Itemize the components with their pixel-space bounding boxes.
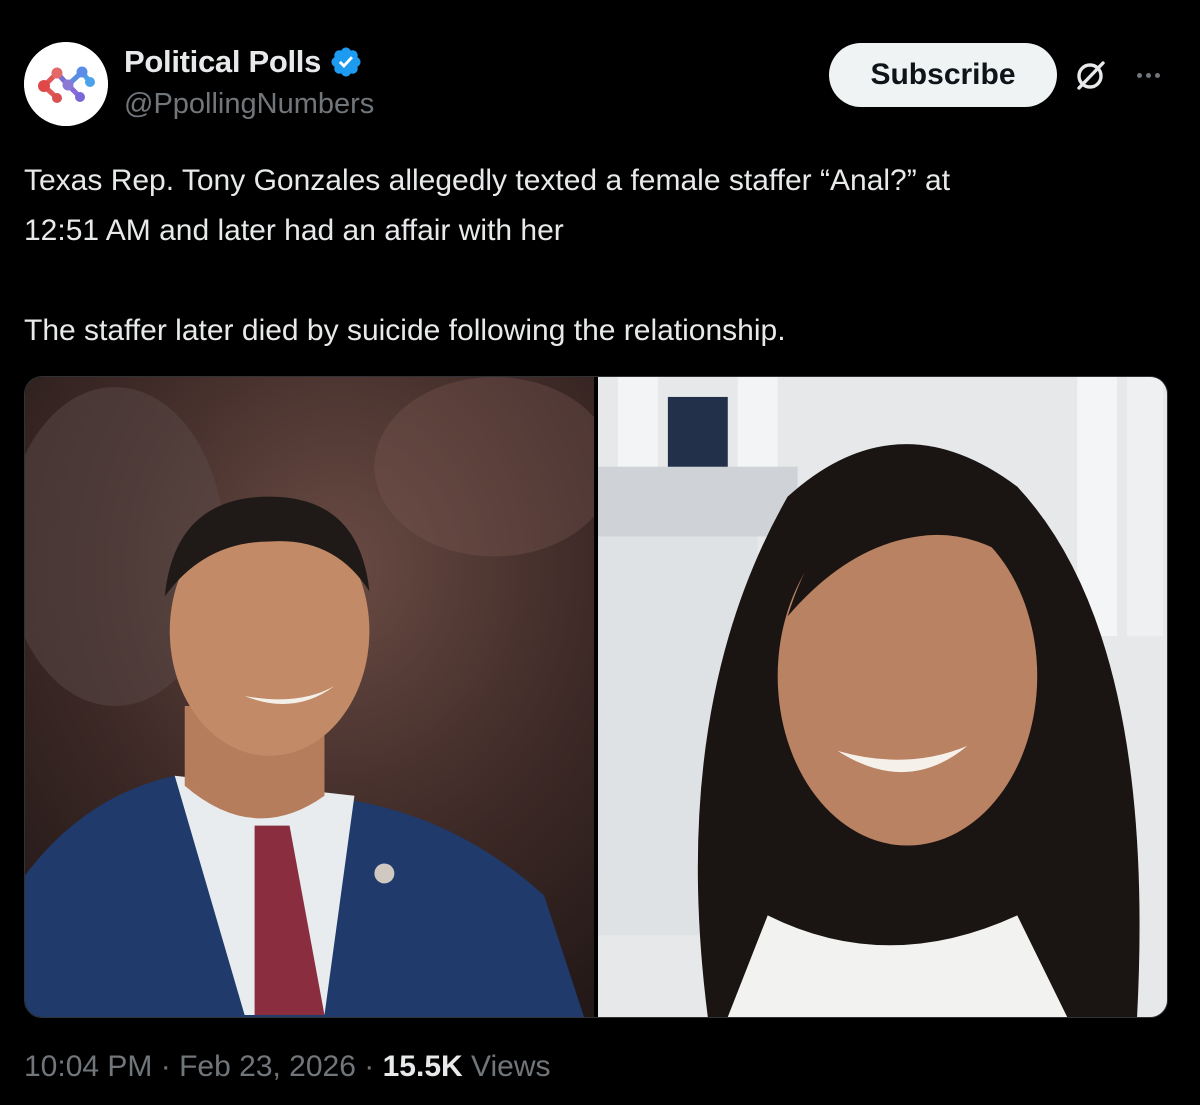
tweet-text-line: Texas Rep. Tony Gonzales allegedly texte…: [24, 164, 951, 197]
views-count: 15.5K: [382, 1050, 463, 1083]
tweet-metadata: 10:04 PM · Feb 23, 2026 · 15.5K Views: [24, 1050, 551, 1084]
network-dots-logo-icon: [24, 42, 108, 126]
separator: ·: [160, 1050, 171, 1083]
subscribe-button[interactable]: Subscribe: [829, 43, 1057, 107]
separator: ·: [364, 1050, 375, 1083]
post-time[interactable]: 10:04 PM: [24, 1050, 152, 1083]
author-handle[interactable]: @PpollingNumbers: [124, 88, 374, 121]
photo-woman-smiling[interactable]: [598, 377, 1167, 1017]
post-date[interactable]: Feb 23, 2026: [179, 1050, 356, 1083]
tweet-text-line: The staffer later died by suicide follow…: [24, 314, 786, 347]
author-name-row: Political Polls: [124, 44, 363, 80]
more-horizontal-icon[interactable]: [1128, 58, 1168, 92]
tweet-card: Political Polls @PpollingNumbers Subscri…: [0, 0, 1200, 1105]
verified-badge-icon[interactable]: [329, 45, 363, 79]
tweet-text: Texas Rep. Tony Gonzales allegedly texte…: [24, 156, 1164, 356]
views-label: Views: [471, 1050, 551, 1083]
media-grid: [24, 376, 1168, 1018]
tweet-text-line: 12:51 AM and later had an affair with he…: [24, 214, 564, 247]
grok-slash-circle-icon[interactable]: [1070, 55, 1110, 95]
author-display-name[interactable]: Political Polls: [124, 44, 321, 80]
photo-man-in-suit[interactable]: [25, 377, 594, 1017]
author-avatar[interactable]: [24, 42, 108, 126]
